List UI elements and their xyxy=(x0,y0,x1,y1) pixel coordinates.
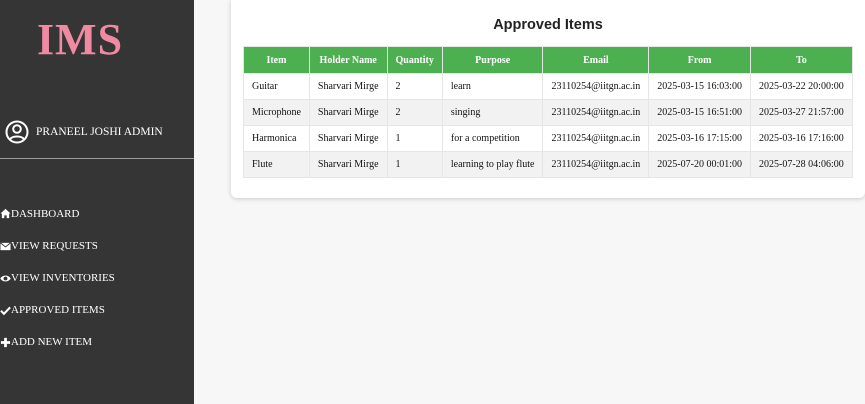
cell-holder-name: Sharvari Mirge xyxy=(308,151,388,178)
cell-from: 2025-03-15 16:03:00 xyxy=(648,73,752,100)
app-logo: IMS xyxy=(36,15,124,64)
column-header-from: From xyxy=(648,46,752,74)
nav-approved-items-label: APPROVED ITEMS xyxy=(11,304,105,316)
cell-item: Microphone xyxy=(243,99,310,126)
column-header-holder-name: Holder Name xyxy=(308,46,388,74)
cell-purpose: for a competition xyxy=(441,125,544,152)
column-header-to: To xyxy=(750,46,853,74)
nav-dashboard-label: DASHBOARD xyxy=(11,208,80,220)
nav-view-requests-label: VIEW REQUESTS xyxy=(11,240,98,252)
cell-item: Flute xyxy=(243,151,310,178)
cell-quantity: 1 xyxy=(386,125,443,152)
cell-to: 2025-03-16 17:16:00 xyxy=(750,125,853,152)
cell-item: Harmonica xyxy=(243,125,310,152)
user-avatar-icon xyxy=(5,120,29,144)
table-row: Guitar Sharvari Mirge 2 learn 23110254@i… xyxy=(243,73,853,100)
envelope-icon xyxy=(0,241,11,250)
cell-to: 2025-07-28 04:06:00 xyxy=(750,151,853,178)
nav-add-new-item-label: ADD NEW ITEM xyxy=(11,336,93,348)
column-header-purpose: Purpose xyxy=(441,46,544,74)
cell-purpose: learning to play flute xyxy=(441,151,544,178)
nav-view-inventories[interactable]: VIEW INVENTORIES xyxy=(0,262,115,294)
cell-from: 2025-03-16 17:15:00 xyxy=(648,125,752,152)
page-title: Approved Items xyxy=(493,17,603,33)
plus-icon xyxy=(0,337,11,347)
sidebar-divider xyxy=(0,158,194,159)
cell-purpose: singing xyxy=(441,99,544,126)
approved-items-table: Item Holder Name Quantity Purpose Email … xyxy=(243,46,853,178)
column-header-item: Item xyxy=(243,46,310,74)
cell-from: 2025-03-15 16:51:00 xyxy=(648,99,752,126)
table-row: Flute Sharvari Mirge 1 learning to play … xyxy=(243,151,853,178)
cell-item: Guitar xyxy=(243,73,310,100)
cell-holder-name: Sharvari Mirge xyxy=(308,99,388,126)
cell-purpose: learn xyxy=(441,73,544,100)
sidebar: IMS PRANEEL JOSHI ADMIN DASHBOARD VIEW R… xyxy=(0,0,194,404)
nav-view-requests[interactable]: VIEW REQUESTS xyxy=(0,230,115,262)
table-header-row: Item Holder Name Quantity Purpose Email … xyxy=(243,46,853,74)
cell-email: 23110254@iitgn.ac.in xyxy=(542,99,650,126)
approved-items-card: Approved Items Item Holder Name Quantity… xyxy=(231,0,865,198)
sidebar-nav: DASHBOARD VIEW REQUESTS VIEW INVENTORIES… xyxy=(0,205,115,358)
cell-holder-name: Sharvari Mirge xyxy=(308,73,388,100)
column-header-quantity: Quantity xyxy=(386,46,443,74)
cell-from: 2025-07-20 00:01:00 xyxy=(648,151,752,178)
table-row: Harmonica Sharvari Mirge 1 for a competi… xyxy=(243,125,853,152)
cell-to: 2025-03-27 21:57:00 xyxy=(750,99,853,126)
user-name: PRANEEL JOSHI ADMIN xyxy=(36,126,163,138)
home-icon xyxy=(0,208,11,219)
user-profile[interactable]: PRANEEL JOSHI ADMIN xyxy=(5,120,163,144)
nav-view-inventories-label: VIEW INVENTORIES xyxy=(11,272,115,284)
cell-email: 23110254@iitgn.ac.in xyxy=(542,151,650,178)
table-row: Microphone Sharvari Mirge 2 singing 2311… xyxy=(243,99,853,126)
cell-quantity: 2 xyxy=(386,73,443,100)
nav-add-new-item[interactable]: ADD NEW ITEM xyxy=(0,326,115,358)
cell-quantity: 1 xyxy=(386,151,443,178)
eye-icon xyxy=(0,275,11,281)
cell-to: 2025-03-22 20:00:00 xyxy=(750,73,853,100)
cell-email: 23110254@iitgn.ac.in xyxy=(542,125,650,152)
column-header-email: Email xyxy=(542,46,650,74)
cell-email: 23110254@iitgn.ac.in xyxy=(542,73,650,100)
cell-holder-name: Sharvari Mirge xyxy=(308,125,388,152)
nav-dashboard[interactable]: DASHBOARD xyxy=(0,205,115,230)
nav-approved-items[interactable]: APPROVED ITEMS xyxy=(0,294,115,326)
check-icon xyxy=(0,306,11,315)
cell-quantity: 2 xyxy=(386,99,443,126)
